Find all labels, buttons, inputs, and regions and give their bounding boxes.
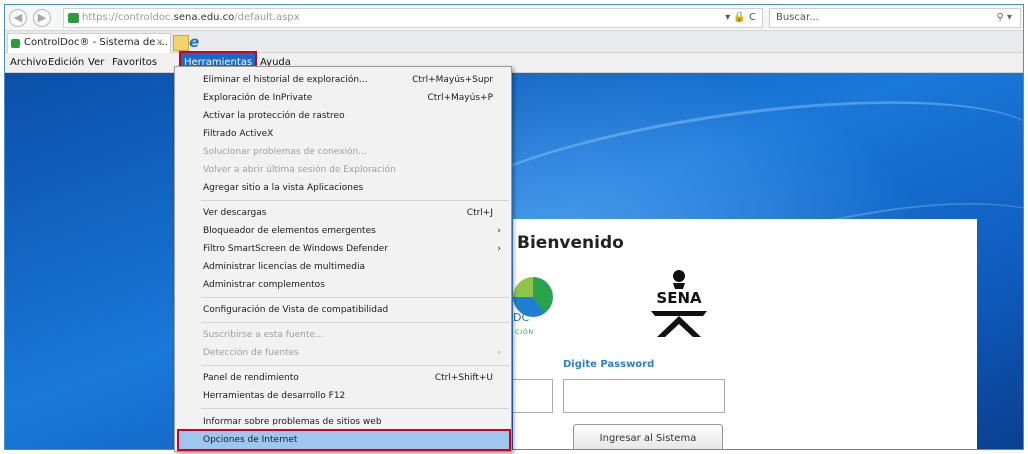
submenu-arrow-icon: › — [497, 244, 501, 254]
menu-item-label: Volver a abrir última sesión de Explorac… — [203, 165, 396, 175]
menu-item-label: Solucionar problemas de conexión... — [203, 147, 367, 157]
url-tools-icons[interactable]: ▾ 🔒 C — [725, 9, 756, 27]
menu-item-panel-rendimiento[interactable]: Panel de rendimiento Ctrl+Shift+U — [175, 369, 511, 387]
login-button[interactable]: Ingresar al Sistema — [573, 424, 723, 449]
menu-item-administrar-complementos[interactable]: Administrar complementos — [175, 276, 511, 294]
search-icon[interactable]: ⚲ ▾ — [996, 9, 1012, 27]
menu-bar: Archivo Edición Ver Favoritos Herramient… — [5, 51, 1023, 75]
menu-separator — [201, 297, 509, 298]
tab-close-icon[interactable]: × — [156, 34, 164, 52]
menu-item-label: Configuración de Vista de compatibilidad — [203, 305, 389, 315]
menu-item-label: Filtrado ActiveX — [203, 129, 274, 139]
submenu-arrow-icon: › — [497, 348, 501, 358]
menu-item-label: Administrar complementos — [203, 280, 325, 290]
new-tab-button[interactable] — [173, 35, 189, 51]
menu-item-inprivate[interactable]: Exploración de InPrivate Ctrl+Mayús+P — [175, 89, 511, 107]
browser-window: ◀ ▶ https://controldoc.sena.edu.co/defau… — [4, 4, 1024, 450]
menu-ver[interactable]: Ver — [85, 53, 107, 73]
menu-favoritos[interactable]: Favoritos — [109, 53, 160, 73]
menu-item-label: Administrar licencias de multimedia — [203, 262, 366, 272]
forward-button[interactable]: ▶ — [33, 9, 51, 27]
login-card: Bienvenido DC CIÓN SENA Digite Password … — [513, 219, 977, 449]
menu-separator — [201, 365, 509, 366]
menu-item-shortcut: Ctrl+Shift+U — [434, 373, 493, 383]
menu-item-label: Opciones de Internet — [203, 435, 298, 445]
tab-title: ControlDoc® - Sistema de ... — [24, 37, 169, 48]
tools-dropdown-menu: Eliminar el historial de exploración... … — [174, 66, 512, 452]
menu-item-label: Filtro SmartScreen de Windows Defender — [203, 244, 388, 254]
tab-row: ControlDoc® - Sistema de ... × e — [5, 31, 1023, 53]
menu-separator — [201, 200, 509, 201]
menu-item-label: Suscribirse a esta fuente... — [203, 330, 324, 340]
search-input[interactable]: Buscar... ⚲ ▾ — [769, 8, 1021, 28]
username-input[interactable] — [513, 379, 553, 413]
menu-item-informar-problemas[interactable]: Informar sobre problemas de sitios web — [175, 413, 511, 425]
menu-item-filtrado-activex[interactable]: Filtrado ActiveX — [175, 125, 511, 143]
menu-item-label: Herramientas de desarrollo F12 — [203, 391, 346, 401]
menu-item-opciones-internet[interactable]: Opciones de Internet — [177, 429, 511, 451]
menu-item-label: Activar la protección de rastreo — [203, 111, 345, 121]
menu-item-deteccion-fuentes: Detección de fuentes › — [175, 344, 511, 362]
menu-item-label: Panel de rendimiento — [203, 373, 299, 383]
menu-item-label: Exploración de InPrivate — [203, 93, 313, 103]
ie-logo-icon: e — [189, 33, 200, 51]
password-input[interactable] — [563, 379, 725, 413]
menu-item-label: Detección de fuentes — [203, 348, 299, 358]
sena-logo-text: SENA — [656, 289, 702, 307]
menu-item-herramientas-f12[interactable]: Herramientas de desarrollo F12 — [175, 387, 511, 405]
sena-logo-icon: SENA — [651, 270, 707, 337]
url-domain: sena.edu.co — [173, 12, 235, 23]
back-arrow-icon: ◀ — [13, 11, 23, 24]
menu-item-label: Bloqueador de elementos emergentes — [203, 226, 376, 236]
menu-separator — [201, 322, 509, 323]
site-favicon-icon — [68, 13, 79, 23]
menu-item-label: Eliminar el historial de exploración... — [203, 75, 368, 85]
menu-item-reabrir-sesion: Volver a abrir última sesión de Explorac… — [175, 161, 511, 179]
menu-item-label: Ver descargas — [203, 208, 267, 218]
welcome-title: Bienvenido — [517, 233, 624, 253]
page-content: Bienvenido DC CIÓN SENA Digite Password … — [5, 70, 1023, 449]
menu-item-label: Agregar sitio a la vista Aplicaciones — [203, 183, 364, 193]
menu-item-suscribirse-fuente: Suscribirse a esta fuente... — [175, 326, 511, 344]
menu-item-shortcut: Ctrl+J — [466, 208, 493, 218]
menu-item-shortcut: Ctrl+Mayús+Supr — [412, 75, 493, 85]
menu-item-bloqueador-emergentes[interactable]: Bloqueador de elementos emergentes › — [175, 222, 511, 240]
menu-item-proteccion-rastreo[interactable]: Activar la protección de rastreo — [175, 107, 511, 125]
url-prefix: https://controldoc. — [82, 12, 174, 23]
controldoc-logo-text: DC — [513, 311, 530, 324]
menu-separator — [201, 408, 509, 409]
menu-item-agregar-aplicaciones[interactable]: Agregar sitio a la vista Aplicaciones — [175, 179, 511, 197]
menu-archivo[interactable]: Archivo — [7, 53, 50, 73]
address-input[interactable]: https://controldoc.sena.edu.co/default.a… — [63, 8, 763, 28]
menu-item-vista-compatibilidad[interactable]: Configuración de Vista de compatibilidad — [175, 301, 511, 319]
menu-item-smartscreen[interactable]: Filtro SmartScreen de Windows Defender › — [175, 240, 511, 258]
tab-controldoc[interactable]: ControlDoc® - Sistema de ... × — [7, 33, 171, 53]
forward-arrow-icon: ▶ — [37, 11, 47, 24]
url-suffix: /default.aspx — [234, 12, 300, 23]
menu-item-ver-descargas[interactable]: Ver descargas Ctrl+J — [175, 204, 511, 222]
menu-item-licencias-multimedia[interactable]: Administrar licencias de multimedia — [175, 258, 511, 276]
back-button[interactable]: ◀ — [9, 9, 27, 27]
address-bar-row: ◀ ▶ https://controldoc.sena.edu.co/defau… — [5, 5, 1023, 31]
tab-favicon-icon — [11, 39, 20, 48]
menu-item-solucionar-conexion: Solucionar problemas de conexión... — [175, 143, 511, 161]
submenu-arrow-icon: › — [497, 226, 501, 236]
menu-edicion[interactable]: Edición — [45, 53, 87, 73]
search-placeholder: Buscar... — [776, 12, 819, 23]
menu-item-shortcut: Ctrl+Mayús+P — [427, 93, 493, 103]
menu-item-label: Informar sobre problemas de sitios web — [203, 417, 382, 425]
menu-item-eliminar-historial[interactable]: Eliminar el historial de exploración... … — [175, 71, 511, 89]
controldoc-logo-subtext: CIÓN — [515, 329, 535, 336]
password-label: Digite Password — [563, 359, 655, 370]
